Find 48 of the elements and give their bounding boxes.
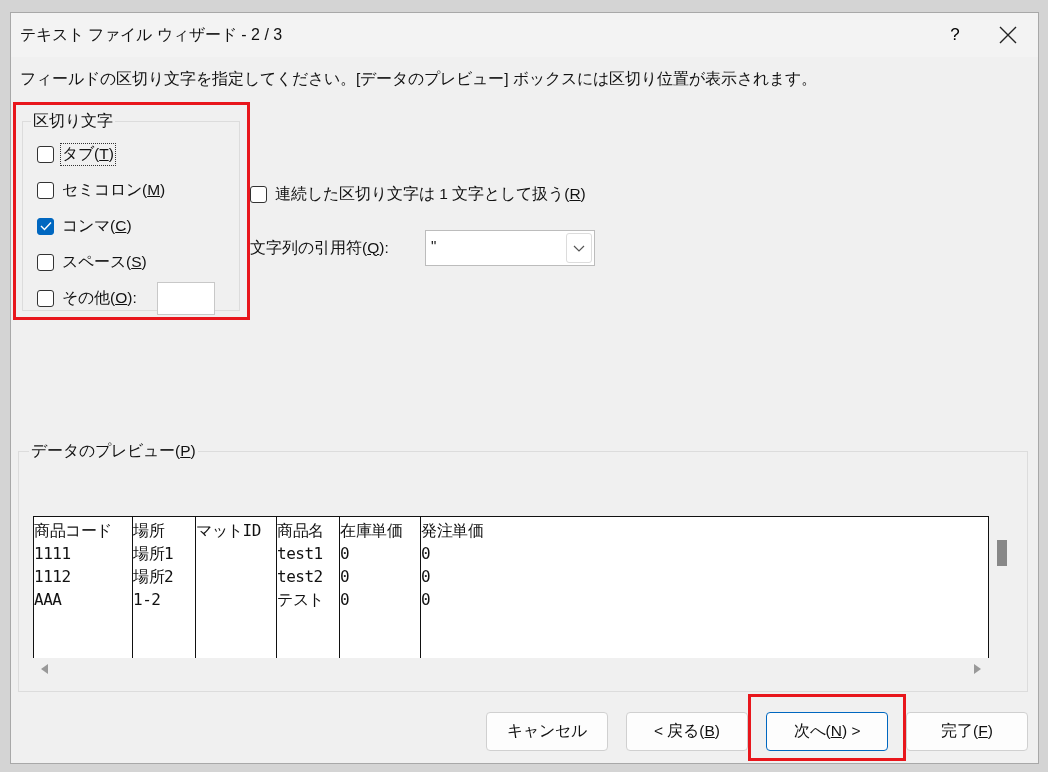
preview-cell-text: test1 [277, 543, 324, 565]
checkbox-label[interactable]: 連続した区切り文字は 1 文字として扱う(R) [273, 182, 588, 206]
checkbox[interactable] [250, 185, 267, 203]
preview-cell-text: 発注単価 [421, 520, 484, 542]
preview-cell-text: 0 [421, 589, 432, 611]
dialog-button[interactable]: < 戻る(B) [626, 712, 748, 751]
preview-cell-text: 商品名 [277, 520, 325, 542]
preview-cell-text: マットID [196, 520, 262, 542]
help-button[interactable]: ? [932, 15, 978, 55]
group-title: 区切り文字 [32, 111, 114, 131]
preview-cell-text: 1112 [34, 566, 72, 588]
checkbox[interactable] [37, 289, 54, 307]
other-delimiter-field[interactable] [156, 281, 215, 315]
checkbox-label[interactable]: その他(O): [60, 286, 139, 310]
preview-cell-text: 場所1 [133, 543, 175, 565]
preview-title: データのプレビュー(P) [30, 441, 197, 461]
checkbox[interactable] [37, 181, 54, 199]
preview-cell-text: 1-2 [133, 589, 162, 611]
preview-cell-text: AAA [34, 589, 63, 611]
scrollbar-thumb[interactable] [997, 540, 1007, 566]
dialog-button[interactable]: 次へ(N) > [766, 712, 888, 751]
preview-cell-text: 商品コード [34, 520, 113, 542]
preview-cell-text: テスト [277, 589, 325, 611]
checkbox-label[interactable]: タブ(T) [60, 142, 116, 166]
chevron-down-icon [573, 244, 585, 252]
preview-cell-text: 場所 [133, 520, 166, 542]
qualifier-label: 文字列の引用符(Q): [250, 237, 390, 258]
checkbox-label[interactable]: スペース(S) [60, 250, 149, 274]
preview-cell-text: 0 [340, 543, 351, 565]
checkbox-label[interactable]: コンマ(C) [60, 214, 134, 238]
checkbox[interactable] [37, 145, 54, 163]
window-title: テキスト ファイル ウィザード - 2 / 3 [19, 24, 284, 45]
checkbox[interactable] [37, 253, 54, 271]
preview-cell-text: 在庫単価 [340, 520, 403, 542]
preview-cell-text: 場所2 [133, 566, 175, 588]
close-icon [999, 26, 1017, 44]
dialog-button[interactable]: 完了(F) [906, 712, 1028, 751]
preview-cell-text: test2 [277, 566, 324, 588]
qualifier-dropdown[interactable]: " [425, 230, 595, 266]
instruction-text: フィールドの区切り文字を指定してください。[データのプレビュー] ボックスには区切り位置が表示されます。 [19, 69, 818, 89]
checkbox[interactable] [37, 217, 54, 235]
preview-cell-text: 0 [340, 566, 351, 588]
preview-cell-text: 0 [421, 543, 432, 565]
checkbox-label[interactable]: セミコロン(M) [60, 178, 168, 202]
preview-cell-text: 1111 [34, 543, 72, 565]
dialog-button[interactable]: キャンセル [486, 712, 608, 751]
preview-cell-text: 0 [340, 589, 351, 611]
preview-cell-text: 0 [421, 566, 432, 588]
